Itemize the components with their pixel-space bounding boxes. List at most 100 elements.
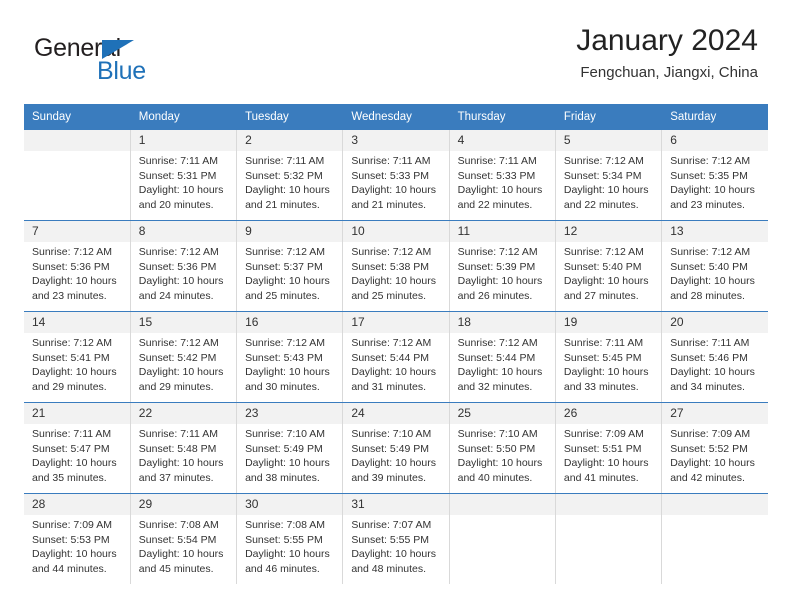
daylight-text-cont: and 21 minutes. [351,198,427,211]
daylight-text: Daylight: 10 hours [457,366,543,378]
daylight-text: Daylight: 10 hours [457,184,543,196]
calendar-day-cell[interactable]: 15 Sunrise: 7:12 AM Sunset: 5:42 PM Dayligh… [130,311,238,403]
day-number: 17 [343,312,449,333]
sunset-text: Sunset: 5:42 PM [138,351,217,364]
calendar-day-cell[interactable]: 22 Sunrise: 7:11 AM Sunset: 5:48 PM Dayligh… [130,402,238,494]
day-number: 3 [343,130,449,151]
sunset-text: Sunset: 5:50 PM [457,442,536,455]
calendar-day-cell[interactable]: 19 Sunrise: 7:11 AM Sunset: 5:45 PM Dayligh… [555,311,663,403]
calendar-day-cell[interactable]: 26 Sunrise: 7:09 AM Sunset: 5:51 PM Dayligh… [555,402,663,494]
day-sun-info: Sunrise: 7:09 AM Sunset: 5:51 PM Daylight:… [556,424,661,485]
sunset-text: Sunset: 5:35 PM [670,169,748,182]
daylight-text: Daylight: 10 hours [138,457,224,469]
calendar-day-cell[interactable]: 3 Sunrise: 7:11 AM Sunset: 5:33 PM Daylight… [342,130,450,221]
day-number: 26 [555,403,662,424]
calendar-day-cell[interactable]: 29 Sunrise: 7:08 AM Sunset: 5:54 PM Dayligh… [130,493,238,584]
day-sun-info: Sunrise: 7:10 AM Sunset: 5:50 PM Daylight:… [450,424,555,485]
sunset-text: Sunset: 5:55 PM [245,533,323,546]
calendar-day-cell[interactable]: 23 Sunrise: 7:10 AM Sunset: 5:49 PM Dayligh… [236,402,344,494]
sunrise-text: Sunrise: 7:12 AM [563,155,644,167]
day-number [449,494,555,515]
calendar-day-cell[interactable]: 2 Sunrise: 7:11 AM Sunset: 5:32 PM Daylight… [236,130,344,221]
day-number: 13 [662,221,768,242]
calendar-day-cell[interactable]: 30 Sunrise: 7:08 AM Sunset: 5:55 PM Dayligh… [236,493,344,584]
sunset-text: Sunset: 5:54 PM [138,533,217,546]
calendar-day-cell[interactable]: 14 Sunrise: 7:12 AM Sunset: 5:41 PM Dayligh… [24,311,131,403]
daylight-text-cont: and 33 minutes. [563,380,639,393]
calendar-day-cell[interactable]: 1 Sunrise: 7:11 AM Sunset: 5:31 PM Daylight… [130,130,238,221]
daylight-text: Daylight: 10 hours [670,184,755,196]
day-number: 11 [449,221,555,242]
sunrise-text: Sunrise: 7:08 AM [138,519,219,531]
sunset-text: Sunset: 5:39 PM [457,260,536,273]
daylight-text-cont: and 24 minutes. [138,289,214,302]
weekday-header-wednesday: Wednesday [342,104,450,130]
calendar-day-cell[interactable]: 31 Sunrise: 7:07 AM Sunset: 5:55 PM Dayligh… [342,493,450,584]
daylight-text: Daylight: 10 hours [563,275,649,287]
calendar-day-cell[interactable]: 11 Sunrise: 7:12 AM Sunset: 5:39 PM Dayligh… [449,220,556,312]
sunrise-text: Sunrise: 7:11 AM [670,337,750,349]
day-sun-info: Sunrise: 7:09 AM Sunset: 5:52 PM Daylight:… [662,424,768,485]
calendar-day-cell[interactable]: 9 Sunrise: 7:12 AM Sunset: 5:37 PM Daylight… [236,220,344,312]
day-sun-info: Sunrise: 7:11 AM Sunset: 5:47 PM Daylight:… [24,424,130,485]
daylight-text-cont: and 21 minutes. [245,198,320,211]
sunrise-text: Sunrise: 7:11 AM [563,337,644,349]
calendar-day-cell[interactable]: 28 Sunrise: 7:09 AM Sunset: 5:53 PM Dayligh… [24,493,131,584]
daylight-text: Daylight: 10 hours [457,275,543,287]
calendar-day-cell[interactable]: 17 Sunrise: 7:12 AM Sunset: 5:44 PM Dayligh… [342,311,450,403]
calendar-day-cell-empty [555,493,663,584]
calendar-day-cell[interactable]: 25 Sunrise: 7:10 AM Sunset: 5:50 PM Dayligh… [449,402,556,494]
sunrise-text: Sunrise: 7:12 AM [457,337,538,349]
sunrise-text: Sunrise: 7:11 AM [32,428,112,440]
sunset-text: Sunset: 5:49 PM [351,442,429,455]
general-blue-logo[interactable]: General Blue [34,34,234,86]
day-number [555,494,662,515]
day-number: 23 [237,403,343,424]
calendar-day-cell[interactable]: 27 Sunrise: 7:09 AM Sunset: 5:52 PM Dayligh… [661,402,768,494]
sunset-text: Sunset: 5:41 PM [32,351,110,364]
sunrise-text: Sunrise: 7:12 AM [245,337,326,349]
calendar-day-cell[interactable]: 16 Sunrise: 7:12 AM Sunset: 5:43 PM Dayligh… [236,311,344,403]
daylight-text-cont: and 22 minutes. [457,198,533,211]
daylight-text: Daylight: 10 hours [32,366,117,378]
calendar-week-row: 21 Sunrise: 7:11 AM Sunset: 5:47 PM Dayligh… [24,402,768,494]
daylight-text: Daylight: 10 hours [670,457,755,469]
day-sun-info: Sunrise: 7:12 AM Sunset: 5:41 PM Daylight:… [24,333,130,394]
daylight-text: Daylight: 10 hours [563,366,649,378]
sunrise-text: Sunrise: 7:12 AM [670,246,751,258]
day-sun-info: Sunrise: 7:12 AM Sunset: 5:35 PM Daylight:… [662,151,768,212]
calendar-day-cell[interactable]: 6 Sunrise: 7:12 AM Sunset: 5:35 PM Daylight… [661,130,768,221]
day-sun-info: Sunrise: 7:10 AM Sunset: 5:49 PM Daylight:… [237,424,342,485]
calendar-day-cell[interactable]: 4 Sunrise: 7:11 AM Sunset: 5:33 PM Daylight… [449,130,556,221]
sunrise-text: Sunrise: 7:11 AM [457,155,537,167]
day-number: 6 [662,130,768,151]
daylight-text-cont: and 22 minutes. [563,198,639,211]
day-number [24,130,130,151]
daylight-text-cont: and 46 minutes. [245,562,320,575]
daylight-text: Daylight: 10 hours [351,275,436,287]
calendar-day-cell[interactable]: 5 Sunrise: 7:12 AM Sunset: 5:34 PM Daylight… [555,130,663,221]
calendar-day-cell[interactable]: 20 Sunrise: 7:11 AM Sunset: 5:46 PM Dayligh… [661,311,768,403]
calendar-day-cell[interactable]: 8 Sunrise: 7:12 AM Sunset: 5:36 PM Daylight… [130,220,238,312]
calendar-day-cell[interactable]: 12 Sunrise: 7:12 AM Sunset: 5:40 PM Dayligh… [555,220,663,312]
calendar-day-cell-empty [661,493,768,584]
sunset-text: Sunset: 5:51 PM [563,442,642,455]
calendar-day-cell[interactable]: 21 Sunrise: 7:11 AM Sunset: 5:47 PM Dayligh… [24,402,131,494]
daylight-text-cont: and 41 minutes. [563,471,639,484]
calendar-grid: Sunday Monday Tuesday Wednesday Thursday… [24,104,768,584]
calendar-day-cell[interactable]: 10 Sunrise: 7:12 AM Sunset: 5:38 PM Dayligh… [342,220,450,312]
day-sun-info: Sunrise: 7:11 AM Sunset: 5:45 PM Daylight:… [556,333,661,394]
daylight-text: Daylight: 10 hours [138,366,224,378]
day-sun-info: Sunrise: 7:10 AM Sunset: 5:49 PM Daylight:… [343,424,448,485]
day-sun-info: Sunrise: 7:12 AM Sunset: 5:36 PM Daylight:… [131,242,236,303]
daylight-text-cont: and 31 minutes. [351,380,427,393]
weekday-header-sunday: Sunday [24,104,131,130]
sunset-text: Sunset: 5:32 PM [245,169,323,182]
sunrise-text: Sunrise: 7:08 AM [245,519,326,531]
calendar-day-cell[interactable]: 24 Sunrise: 7:10 AM Sunset: 5:49 PM Dayligh… [342,402,450,494]
sunset-text: Sunset: 5:33 PM [351,169,429,182]
calendar-day-cell[interactable]: 7 Sunrise: 7:12 AM Sunset: 5:36 PM Daylight… [24,220,131,312]
calendar-day-cell[interactable]: 18 Sunrise: 7:12 AM Sunset: 5:44 PM Dayligh… [449,311,556,403]
daylight-text: Daylight: 10 hours [351,184,436,196]
calendar-day-cell[interactable]: 13 Sunrise: 7:12 AM Sunset: 5:40 PM Dayligh… [661,220,768,312]
